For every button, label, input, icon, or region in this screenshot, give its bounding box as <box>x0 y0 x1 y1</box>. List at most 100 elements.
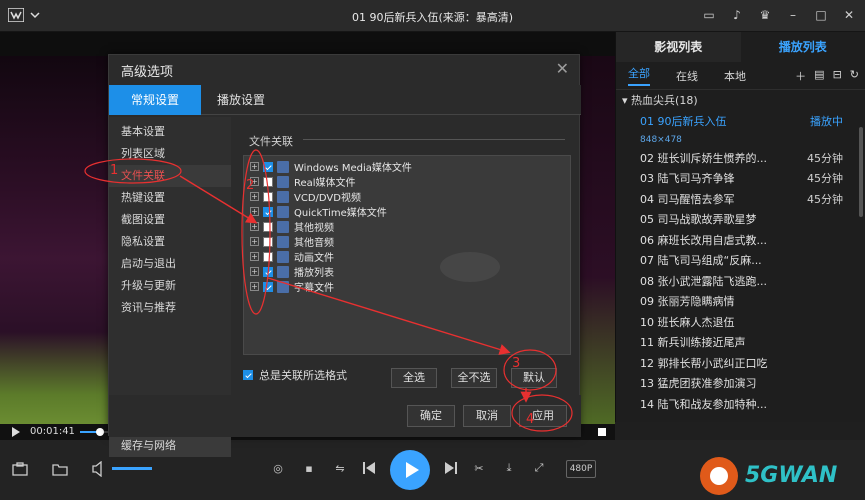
expand-icon[interactable]: + <box>250 267 259 276</box>
delete-icon[interactable]: ⊟ <box>833 68 842 84</box>
checkbox[interactable] <box>263 251 273 262</box>
checkbox[interactable] <box>263 161 273 172</box>
maximize-icon[interactable]: □ <box>813 7 829 23</box>
sidebar-item-privacy[interactable]: 隐私设置 <box>109 231 231 253</box>
sidebar-item-cache-network[interactable]: 缓存与网络 <box>109 435 231 457</box>
association-row[interactable]: + QuickTime媒体文件 <box>250 204 387 219</box>
checkbox[interactable] <box>263 176 273 187</box>
tab-playback-settings[interactable]: 播放设置 <box>201 85 281 115</box>
expand-icon[interactable]: + <box>250 192 259 201</box>
checkbox[interactable] <box>263 236 273 247</box>
association-label: 其他视频 <box>294 223 334 234</box>
close-icon[interactable]: ✕ <box>841 7 857 23</box>
file-type-icon <box>277 250 289 263</box>
message-icon[interactable]: ▭ <box>701 7 717 23</box>
loop-icon[interactable]: ↻ <box>850 68 859 84</box>
settings-sliders-icon[interactable]: ⇋ <box>332 460 348 476</box>
sidebar-item-upgrade[interactable]: 升级与更新 <box>109 275 231 297</box>
list-item[interactable]: 01 90后新兵入伍 播放中 <box>616 112 865 133</box>
select-all-button[interactable]: 全选 <box>391 368 437 388</box>
list-item[interactable]: 12 郭排长帮小武纠正口吃 <box>616 354 865 375</box>
add-icon[interactable]: ＋ <box>795 68 806 84</box>
list-item[interactable]: 08 张小武泄露陆飞逃跑... <box>616 272 865 293</box>
next-icon[interactable] <box>444 460 458 476</box>
default-button[interactable]: 默认 <box>511 368 557 388</box>
tab-video-library[interactable]: 影视列表 <box>616 32 741 62</box>
list-item[interactable]: 13 猛虎团获准参加演习 <box>616 374 865 395</box>
sidebar-item-screenshot[interactable]: 截图设置 <box>109 209 231 231</box>
list-item[interactable]: 11 新兵训练接近尾声 <box>616 333 865 354</box>
filter-all[interactable]: 全部 <box>628 65 650 86</box>
fullscreen-icon[interactable]: ⤢ <box>532 460 546 476</box>
checkbox[interactable] <box>263 281 273 292</box>
file-icon[interactable]: ▤ <box>814 68 824 84</box>
download-icon[interactable]: ⤓ <box>502 460 516 476</box>
previous-icon[interactable] <box>362 460 376 476</box>
sidebar-item-file-association[interactable]: 文件关联 <box>109 165 231 187</box>
sidebar-item-news[interactable]: 资讯与推荐 <box>109 297 231 319</box>
association-row[interactable]: + 字幕文件 <box>250 279 334 294</box>
checkbox[interactable] <box>263 191 273 202</box>
open-folder-icon[interactable] <box>52 462 68 476</box>
playlist-group[interactable]: ▾ 热血尖兵(18) <box>616 90 865 112</box>
volume-slider[interactable] <box>112 467 152 470</box>
bell-icon[interactable]: ♪ <box>729 7 745 23</box>
list-item[interactable]: 06 麻班长改用自虐式教... <box>616 231 865 252</box>
tab-playlist[interactable]: 播放列表 <box>740 32 865 62</box>
3d-icon[interactable]: ◎ <box>270 460 286 476</box>
title-bar: 01 90后新兵入伍(来源：暴高清) ▭ ♪ ♛ – □ ✕ <box>0 0 865 32</box>
association-row[interactable]: + Windows Media媒体文件 <box>250 159 412 174</box>
sidebar-item-list-area[interactable]: 列表区域 <box>109 143 231 165</box>
toolbox-icon[interactable] <box>12 462 28 476</box>
play-small-icon[interactable] <box>12 427 20 437</box>
tab-general-settings[interactable]: 常规设置 <box>109 85 201 115</box>
skin-icon[interactable]: ♛ <box>757 7 773 23</box>
play-button[interactable] <box>390 450 430 490</box>
expand-icon[interactable]: + <box>250 237 259 246</box>
association-row[interactable]: + 其他视频 <box>250 219 334 234</box>
association-row[interactable]: + 其他音频 <box>250 234 334 249</box>
filter-online[interactable]: 在线 <box>676 68 698 84</box>
sidebar-item-basic[interactable]: 基本设置 <box>109 121 231 143</box>
quality-badge[interactable]: 480P <box>566 460 596 478</box>
checkbox[interactable] <box>243 370 253 380</box>
cancel-button[interactable]: 取消 <box>463 405 511 427</box>
always-associate-option[interactable]: 总是关联所选格式 <box>243 367 347 383</box>
sidebar-item-hotkeys[interactable]: 热键设置 <box>109 187 231 209</box>
progress-knob[interactable] <box>96 428 104 436</box>
player-window: 01 90后新兵入伍(来源：暴高清) ▭ ♪ ♛ – □ ✕ 影视列表 播放列表… <box>0 0 865 500</box>
expand-icon[interactable]: + <box>250 222 259 231</box>
list-item[interactable]: 04 司马醒悟去参军 45分钟 <box>616 190 865 211</box>
association-row[interactable]: + VCD/DVD视频 <box>250 189 361 204</box>
list-item[interactable]: 02 班长训斥娇生惯养的... 45分钟 <box>616 149 865 170</box>
filter-local[interactable]: 本地 <box>724 68 746 84</box>
sidebar-item-startup-exit[interactable]: 启动与退出 <box>109 253 231 275</box>
expand-icon[interactable]: + <box>250 207 259 216</box>
list-item[interactable]: 10 班长麻人杰退伍 <box>616 313 865 334</box>
close-icon[interactable]: ✕ <box>556 59 569 78</box>
checkbox[interactable] <box>263 221 273 232</box>
list-item[interactable]: 09 张丽芳隐瞒病情 <box>616 292 865 313</box>
list-item[interactable]: 07 陆飞司马组成“反麻... <box>616 251 865 272</box>
list-item[interactable]: 03 陆飞司马齐争锋 45分钟 <box>616 169 865 190</box>
select-none-button[interactable]: 全不选 <box>451 368 497 388</box>
playlist-scrollbar[interactable] <box>859 127 863 217</box>
volume-icon[interactable] <box>92 461 106 477</box>
minimize-icon[interactable]: – <box>785 7 801 23</box>
checkbox[interactable] <box>263 206 273 217</box>
expand-icon[interactable]: + <box>250 162 259 171</box>
list-item[interactable]: 14 陆飞和战友参加特种... <box>616 395 865 416</box>
expand-icon[interactable]: + <box>250 282 259 291</box>
association-row[interactable]: + Real媒体文件 <box>250 174 356 189</box>
association-row[interactable]: + 播放列表 <box>250 264 334 279</box>
scissors-icon[interactable]: ✂ <box>472 460 486 476</box>
association-label: 动画文件 <box>294 253 334 264</box>
checkbox[interactable] <box>263 266 273 277</box>
dot-icon[interactable]: ▪ <box>302 460 316 476</box>
list-item[interactable]: 05 司马战歌故弄歌星梦 <box>616 210 865 231</box>
expand-icon[interactable]: + <box>250 252 259 261</box>
stop-icon[interactable] <box>598 428 606 436</box>
item-duration: 45分钟 <box>807 151 843 165</box>
ok-button[interactable]: 确定 <box>407 405 455 427</box>
association-row[interactable]: + 动画文件 <box>250 249 334 264</box>
